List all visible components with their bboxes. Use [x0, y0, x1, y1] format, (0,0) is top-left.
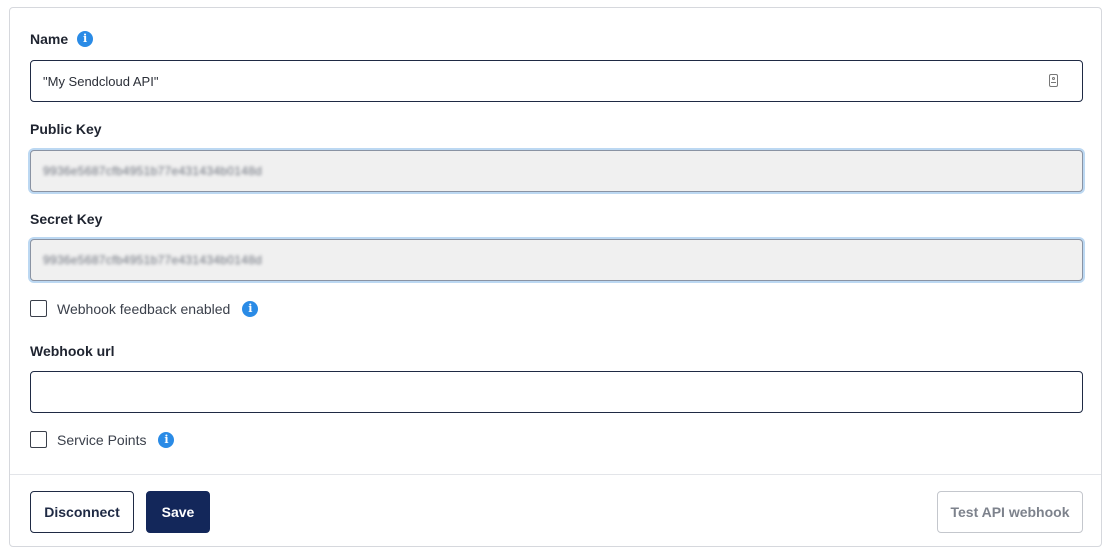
public-key-value: 9936e5687cfb4951b77e431434b0148d — [43, 164, 263, 178]
public-key-label-row: Public Key — [30, 121, 102, 137]
secret-key-value: 9936e5687cfb4951b77e431434b0148d — [43, 253, 263, 267]
webhook-feedback-label: Webhook feedback enabled — [57, 300, 231, 317]
secret-key-field[interactable]: 9936e5687cfb4951b77e431434b0148d — [30, 239, 1083, 281]
webhook-feedback-checkbox[interactable] — [30, 300, 47, 317]
secret-key-label-row: Secret Key — [30, 211, 102, 227]
name-label-row: Name i — [30, 31, 94, 47]
disconnect-button[interactable]: Disconnect — [30, 491, 134, 533]
service-points-row: Service Points i — [30, 431, 175, 448]
webhook-url-input[interactable] — [43, 384, 1070, 400]
test-api-webhook-button[interactable]: Test API webhook — [937, 491, 1083, 533]
webhook-feedback-row: Webhook feedback enabled i — [30, 300, 259, 317]
service-points-checkbox[interactable] — [30, 431, 47, 448]
webhook-url-label: Webhook url — [30, 343, 115, 359]
secret-key-label: Secret Key — [30, 211, 103, 227]
public-key-label: Public Key — [30, 121, 102, 137]
info-icon[interactable]: i — [158, 431, 175, 448]
info-icon[interactable]: i — [77, 31, 94, 47]
service-points-label: Service Points — [57, 431, 147, 448]
footer-divider — [10, 474, 1101, 475]
name-label: Name — [30, 31, 69, 47]
name-field[interactable] — [30, 60, 1083, 102]
info-icon[interactable]: i — [242, 300, 259, 317]
public-key-field[interactable]: 9936e5687cfb4951b77e431434b0148d — [30, 150, 1083, 192]
save-button[interactable]: Save — [146, 491, 210, 533]
settings-card: Name i Public Key 9936e5687cfb4951b77e43… — [9, 7, 1102, 547]
name-input[interactable] — [43, 73, 1070, 89]
contact-card-icon[interactable] — [1049, 74, 1058, 87]
webhook-url-label-row: Webhook url — [30, 343, 115, 359]
webhook-url-field[interactable] — [30, 371, 1083, 413]
